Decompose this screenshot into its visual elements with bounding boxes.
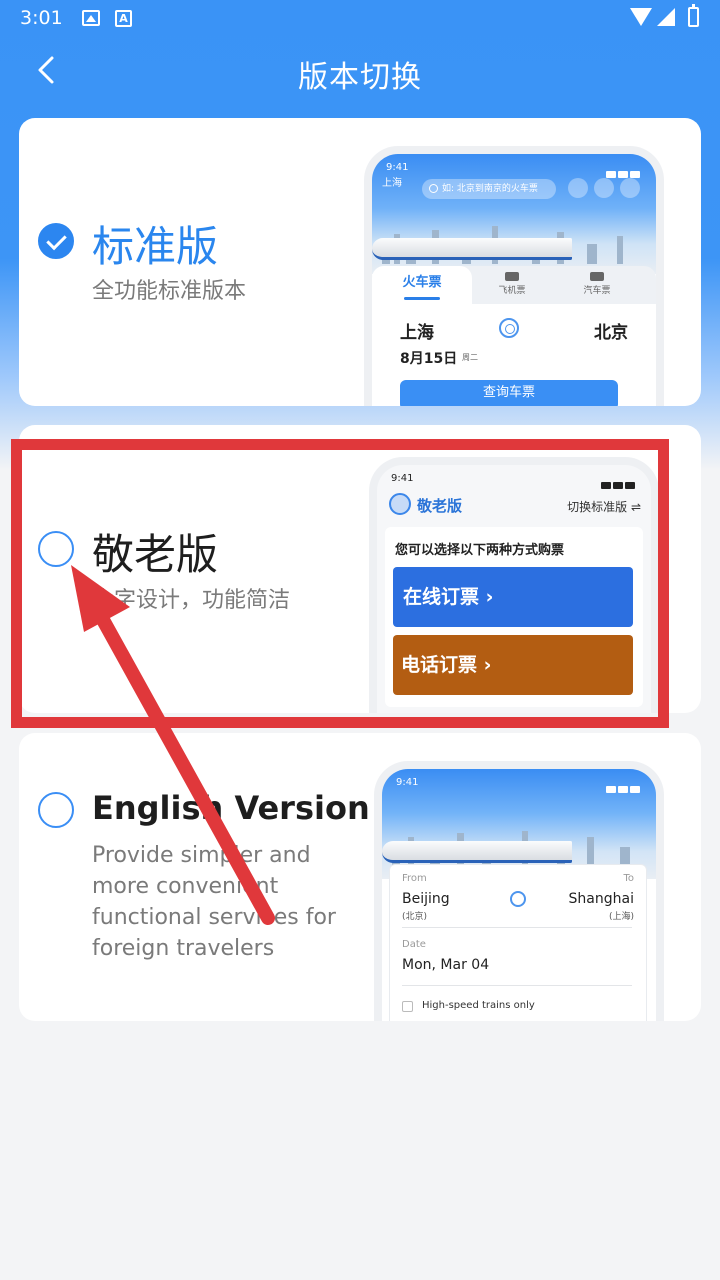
annotation-arrow xyxy=(71,565,275,925)
